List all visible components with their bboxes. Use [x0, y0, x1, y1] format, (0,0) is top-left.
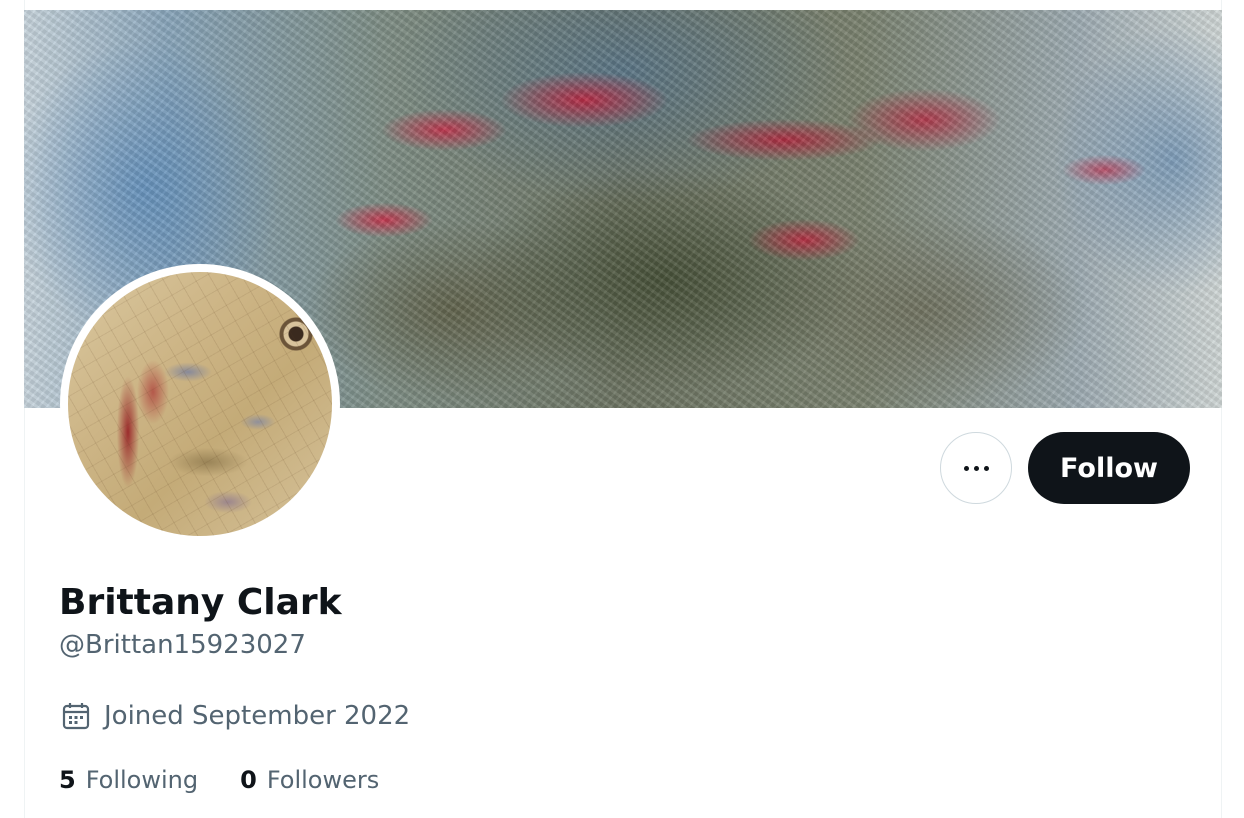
- dot: [973, 465, 979, 471]
- profile-stats: 5 Following 0 Followers: [59, 766, 379, 794]
- followers-link[interactable]: 0 Followers: [240, 766, 379, 794]
- calendar-icon: [60, 700, 92, 732]
- avatar[interactable]: [68, 272, 332, 536]
- follow-button[interactable]: Follow: [1028, 432, 1190, 504]
- joined-date: Joined September 2022: [60, 700, 410, 732]
- more-horizontal-icon: [963, 465, 989, 471]
- more-options-button[interactable]: [940, 432, 1012, 504]
- profile-display-name: Brittany Clark: [59, 582, 342, 623]
- followers-label: Followers: [266, 766, 380, 794]
- profile-handle: @Brittan15923027: [59, 630, 306, 660]
- followers-count: 0: [240, 766, 257, 794]
- profile-page: Follow Brittany Clark @Brittan15923027 J…: [0, 0, 1244, 818]
- following-link[interactable]: 5 Following: [59, 766, 198, 794]
- avatar-ring: [60, 264, 340, 544]
- dot: [963, 465, 969, 471]
- joined-date-text: Joined September 2022: [104, 701, 411, 731]
- dot: [983, 465, 989, 471]
- following-count: 5: [59, 766, 76, 794]
- following-label: Following: [85, 766, 199, 794]
